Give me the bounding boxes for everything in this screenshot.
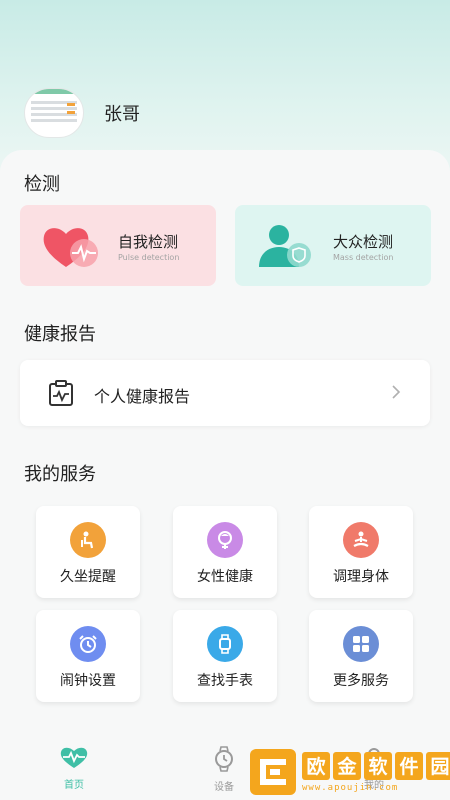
self-detection-card[interactable]: 自我检测 Pulse detection xyxy=(20,205,216,286)
watermark-logo-icon xyxy=(250,749,296,795)
watch-tab-icon xyxy=(215,746,233,772)
heart-pulse-icon xyxy=(43,228,98,267)
watermark-text: 欧金软件园 xyxy=(302,751,450,780)
service-label: 女性健康 xyxy=(197,569,253,585)
mass-detection-card[interactable]: 大众检测 Mass detection xyxy=(235,205,431,286)
service-label: 久坐提醒 xyxy=(60,569,116,585)
service-find-watch[interactable]: 查找手表 xyxy=(173,610,277,702)
personal-health-report-label: 个人健康报告 xyxy=(94,387,191,406)
sitting-person-icon xyxy=(70,522,106,558)
self-detection-label: 自我检测 xyxy=(118,233,179,251)
service-label: 更多服务 xyxy=(333,673,389,689)
user-profile[interactable]: 张哥 xyxy=(24,88,140,138)
service-more-services[interactable]: 更多服务 xyxy=(309,610,413,702)
clipboard-pulse-icon xyxy=(49,380,73,406)
chevron-right-icon xyxy=(392,385,401,399)
watermark: 欧金软件园 www.apoujin.com xyxy=(250,748,450,796)
grid-icon xyxy=(343,626,379,662)
section-title-my-services: 我的服务 xyxy=(24,464,96,485)
tab-home[interactable]: 首页 xyxy=(34,746,114,791)
section-title-health-report: 健康报告 xyxy=(24,324,96,345)
self-detection-sub: Pulse detection xyxy=(118,253,180,262)
mass-detection-label: 大众检测 xyxy=(333,233,394,251)
avatar[interactable] xyxy=(24,88,84,138)
personal-health-report-button[interactable]: 个人健康报告 xyxy=(20,360,430,426)
watermark-char: 园 xyxy=(426,751,450,780)
service-label: 查找手表 xyxy=(197,673,253,689)
watermark-url: www.apoujin.com xyxy=(302,782,399,793)
username: 张哥 xyxy=(104,104,140,125)
watermark-char: 欧 xyxy=(302,751,330,780)
service-alarm-settings[interactable]: 闹钟设置 xyxy=(36,610,140,702)
meditation-icon xyxy=(343,522,379,558)
watermark-char: 金 xyxy=(333,751,361,780)
watermark-char: 件 xyxy=(395,751,423,780)
person-shield-icon xyxy=(259,225,311,267)
heart-pulse-tab-icon xyxy=(60,747,88,768)
service-label: 调理身体 xyxy=(333,569,389,585)
alarm-clock-icon xyxy=(70,626,106,662)
tab-home-label: 首页 xyxy=(64,780,84,791)
service-sedentary-reminder[interactable]: 久坐提醒 xyxy=(36,506,140,598)
mass-detection-sub: Mass detection xyxy=(333,253,394,262)
service-body-conditioning[interactable]: 调理身体 xyxy=(309,506,413,598)
female-icon xyxy=(207,522,243,558)
watermark-char: 软 xyxy=(364,751,392,780)
service-female-health[interactable]: 女性健康 xyxy=(173,506,277,598)
watch-icon xyxy=(207,626,243,662)
section-title-detection: 检测 xyxy=(24,174,60,195)
service-label: 闹钟设置 xyxy=(60,673,116,689)
